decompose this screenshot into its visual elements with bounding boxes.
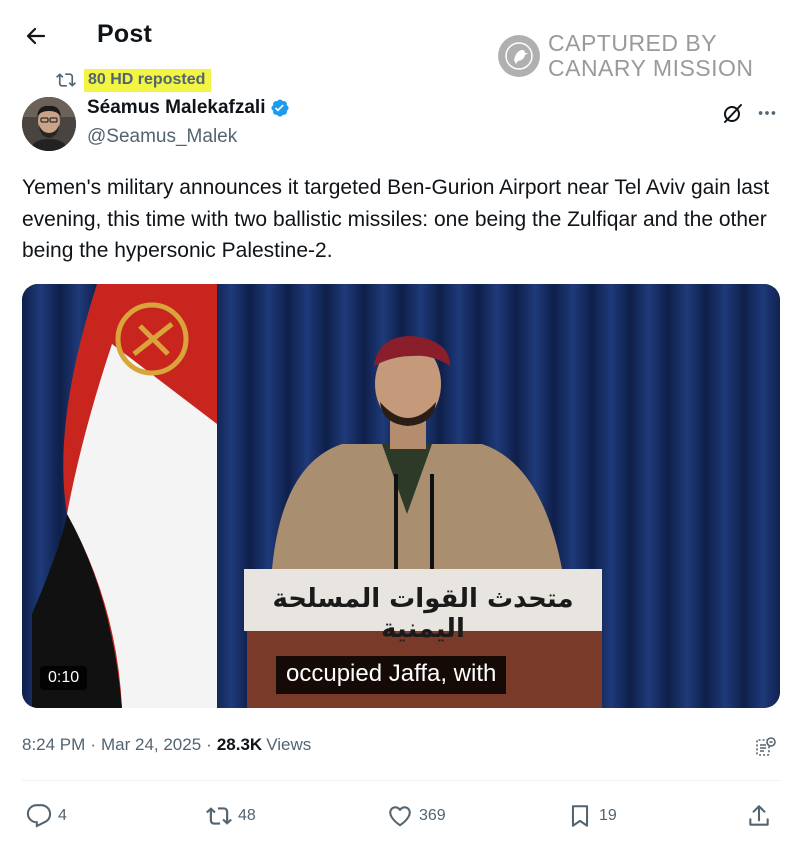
more-options-button[interactable] (752, 98, 782, 128)
author-handle[interactable]: @Seamus_Malek (87, 126, 237, 148)
author-name-text: Séamus Malekafzali (87, 97, 266, 118)
repost-icon (55, 69, 77, 91)
like-button[interactable]: 369 (387, 800, 446, 832)
podium-sign: متحدث القوات المسلحة اليمنية (272, 584, 574, 644)
divider (22, 780, 780, 781)
video-player[interactable]: متحدث القوات المسلحة اليمنية (22, 284, 780, 708)
video-subtitle: occupied Jaffa, with (276, 656, 507, 694)
page-title: Post (97, 20, 152, 48)
repost-button[interactable]: 48 (206, 800, 256, 832)
post-date[interactable]: Mar 24, 2025 (101, 735, 201, 755)
back-button[interactable] (18, 18, 54, 54)
bookmark-count: 19 (599, 807, 617, 824)
share-button[interactable] (746, 800, 778, 832)
action-bar: 4 48 369 19 (0, 800, 800, 832)
reply-icon (26, 803, 52, 829)
reply-count: 4 (58, 807, 67, 824)
bookmark-icon (567, 803, 593, 829)
share-icon (746, 803, 772, 829)
repost-count: 48 (238, 807, 256, 824)
like-count: 369 (419, 807, 446, 824)
video-duration: 0:10 (40, 666, 88, 690)
grok-icon (724, 104, 742, 123)
more-dots-icon (758, 111, 776, 115)
watermark-line1: CAPTURED BY (548, 30, 718, 56)
canary-bird-icon (498, 35, 540, 77)
grok-button[interactable] (718, 98, 748, 128)
avatar[interactable] (22, 97, 76, 151)
arrow-left-icon (26, 27, 46, 45)
repost-label[interactable]: 80 HD reposted (84, 68, 212, 92)
views-count: 28.3K (216, 735, 263, 754)
bookmark-button[interactable]: 19 (567, 800, 617, 832)
watermark: CAPTURED BY CANARY MISSION (498, 30, 754, 82)
watermark-line2: CANARY MISSION (548, 55, 754, 81)
repost-action-icon (206, 803, 232, 829)
views-label: Views (266, 735, 312, 754)
analytics-button[interactable] (752, 733, 780, 761)
analytics-icon (756, 737, 776, 756)
verified-badge-icon (270, 98, 290, 118)
reply-button[interactable]: 4 (26, 800, 67, 832)
social-context: 80 HD reposted (55, 67, 212, 93)
post-time[interactable]: 8:24 PM (22, 735, 85, 755)
heart-icon (387, 803, 413, 829)
post-text: Yemen's military announces it targeted B… (22, 176, 770, 262)
author-name[interactable]: Séamus Malekafzali (87, 97, 290, 119)
post-meta: 8:24 PM · Mar 24, 2025 · 28.3K Views (22, 735, 312, 755)
